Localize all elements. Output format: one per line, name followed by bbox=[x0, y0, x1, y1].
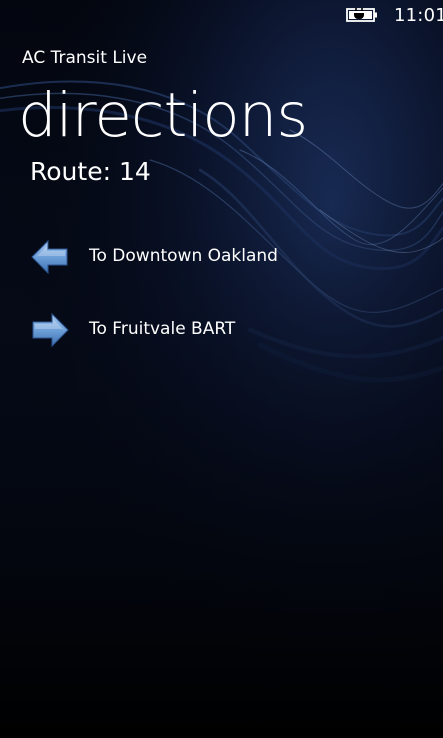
direction-item-fruitvale-bart[interactable]: To Fruitvale BART bbox=[30, 310, 410, 350]
route-label: Route: 14 bbox=[30, 157, 151, 186]
direction-item-downtown-oakland[interactable]: To Downtown Oakland bbox=[30, 237, 410, 277]
arrow-left-icon bbox=[31, 239, 68, 275]
arrow-right-icon bbox=[32, 312, 69, 348]
direction-label: To Downtown Oakland bbox=[89, 246, 278, 266]
app-title: AC Transit Live bbox=[22, 48, 148, 68]
direction-label: To Fruitvale BART bbox=[89, 319, 236, 339]
battery-charging-icon bbox=[346, 8, 377, 22]
clock: 11:01 bbox=[394, 5, 443, 26]
page-title: directions bbox=[18, 80, 308, 151]
status-bar: 11:01 bbox=[0, 0, 443, 32]
